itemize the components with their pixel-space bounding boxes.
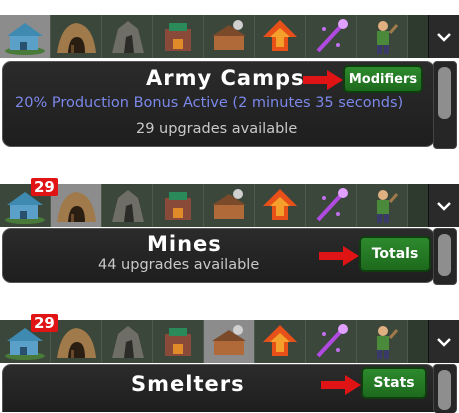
tab-mine[interactable]: [51, 320, 102, 363]
tab-smelter[interactable]: [153, 320, 204, 363]
tab-magic[interactable]: [306, 184, 357, 227]
tab-smelter[interactable]: [153, 15, 204, 58]
modifiers-button[interactable]: Modifiers: [343, 65, 423, 93]
upgrades-available-text: 29 upgrades available: [136, 121, 298, 137]
smelter-icon: [153, 15, 204, 58]
workshop-icon: [204, 15, 255, 58]
notification-badge: 29: [31, 314, 58, 332]
upgrade-arrow-icon: [255, 320, 306, 363]
tab-mine[interactable]: [51, 184, 102, 227]
tab-magic[interactable]: [306, 320, 357, 363]
smelters-panel: Smelters Stats: [2, 364, 435, 412]
chevron-down-icon: [437, 32, 451, 42]
tab-magic[interactable]: [306, 15, 357, 58]
workshop-icon: [204, 184, 255, 227]
scrollbar[interactable]: [433, 228, 457, 285]
tab-upgrade[interactable]: [255, 320, 306, 363]
mine-icon: [51, 15, 102, 58]
rock-icon: [102, 320, 153, 363]
building-tab-strip: [0, 184, 459, 227]
tab-rock[interactable]: [102, 184, 153, 227]
mine-icon: [51, 184, 102, 227]
workshop-icon: [204, 320, 255, 363]
tab-workshop[interactable]: [204, 15, 255, 58]
totals-button[interactable]: Totals: [359, 236, 431, 272]
worker-icon: [357, 184, 408, 227]
scrollbar-thumb[interactable]: [438, 234, 451, 276]
expand-tabs-button[interactable]: [428, 15, 459, 58]
tab-workshop[interactable]: [204, 320, 255, 363]
scrollbar-thumb[interactable]: [438, 370, 451, 410]
tab-mine[interactable]: [51, 15, 102, 58]
tab-rock[interactable]: [102, 15, 153, 58]
tab-worker[interactable]: [357, 184, 408, 227]
magic-wand-icon: [306, 184, 357, 227]
worker-icon: [357, 15, 408, 58]
red-arrow-icon: [319, 246, 359, 266]
tab-rock[interactable]: [102, 320, 153, 363]
page-title: Smelters: [131, 372, 245, 396]
tab-house[interactable]: [0, 15, 51, 58]
tab-worker[interactable]: [357, 15, 408, 58]
stats-button[interactable]: Stats: [361, 367, 427, 399]
building-tab-strip: [0, 15, 459, 58]
chevron-down-icon: [437, 201, 451, 211]
rock-icon: [102, 15, 153, 58]
building-tab-strip: [0, 320, 459, 363]
expand-tabs-button[interactable]: [428, 184, 459, 227]
smelter-icon: [153, 184, 204, 227]
rock-icon: [102, 184, 153, 227]
expand-tabs-button[interactable]: [428, 320, 459, 363]
house-icon: [0, 15, 51, 58]
scrollbar[interactable]: [433, 364, 457, 413]
tab-smelter[interactable]: [153, 184, 204, 227]
red-arrow-icon: [303, 70, 343, 90]
tab-upgrade[interactable]: [255, 184, 306, 227]
upgrade-arrow-icon: [255, 15, 306, 58]
army-camps-panel: Army Camps Modifiers 20% Production Bonu…: [2, 61, 435, 147]
page-title: Army Camps: [146, 66, 305, 90]
upgrades-available-text: 44 upgrades available: [98, 257, 260, 273]
worker-icon: [357, 320, 408, 363]
mine-icon: [51, 320, 102, 363]
page-title: Mines: [147, 232, 222, 256]
red-arrow-icon: [321, 375, 361, 395]
upgrade-arrow-icon: [255, 184, 306, 227]
tab-upgrade[interactable]: [255, 15, 306, 58]
notification-badge: 29: [31, 178, 58, 196]
scrollbar[interactable]: [433, 61, 457, 149]
chevron-down-icon: [437, 337, 451, 347]
smelter-icon: [153, 320, 204, 363]
production-bonus-text: 20% Production Bonus Active (2 minutes 3…: [15, 95, 404, 111]
mines-panel: Mines 44 upgrades available Totals: [2, 228, 435, 283]
magic-wand-icon: [306, 15, 357, 58]
magic-wand-icon: [306, 320, 357, 363]
tab-worker[interactable]: [357, 320, 408, 363]
scrollbar-thumb[interactable]: [438, 67, 451, 119]
tab-workshop[interactable]: [204, 184, 255, 227]
